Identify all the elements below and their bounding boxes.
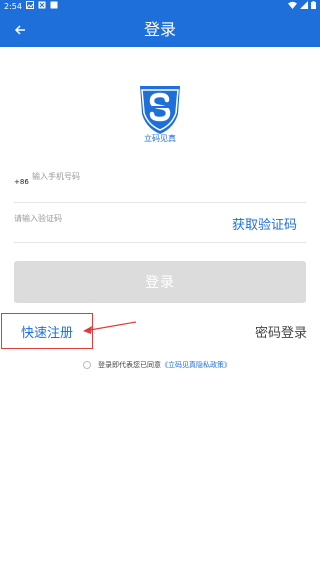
- status-time: 2:54: [4, 1, 22, 11]
- quick-register-link[interactable]: 快速注册: [1, 313, 93, 349]
- app-bar: 登录: [0, 12, 320, 47]
- phone-divider: [14, 202, 306, 203]
- verification-code-input[interactable]: [14, 210, 214, 226]
- logo-caption: 立码见真: [144, 134, 176, 143]
- login-button[interactable]: 登录: [14, 261, 306, 303]
- privacy-policy-link[interactable]: 《立码见真隐私政策》: [161, 360, 231, 370]
- signal-icon: [300, 1, 308, 11]
- country-code[interactable]: +86: [14, 178, 29, 186]
- quick-register-label: 快速注册: [20, 325, 73, 341]
- shield-logo-icon: [136, 82, 184, 136]
- agreement-text: 登录即代表您已同意: [98, 361, 161, 369]
- app-notification-icon: [38, 1, 46, 11]
- battery-icon: [311, 1, 316, 11]
- status-bar: 2:54: [0, 0, 320, 12]
- get-code-button[interactable]: 获取验证码: [232, 214, 297, 233]
- code-divider: [14, 242, 306, 243]
- image-notification-icon: [25, 1, 34, 11]
- page-title: 登录: [143, 20, 176, 39]
- phone-input[interactable]: [32, 168, 302, 184]
- agree-radio[interactable]: [83, 361, 91, 369]
- wifi-icon: [288, 1, 297, 11]
- password-login-link[interactable]: 密码登录: [255, 322, 307, 341]
- square-notification-icon: [50, 1, 58, 11]
- privacy-agreement: 登录即代表您已同意 《立码见真隐私政策》: [83, 360, 231, 370]
